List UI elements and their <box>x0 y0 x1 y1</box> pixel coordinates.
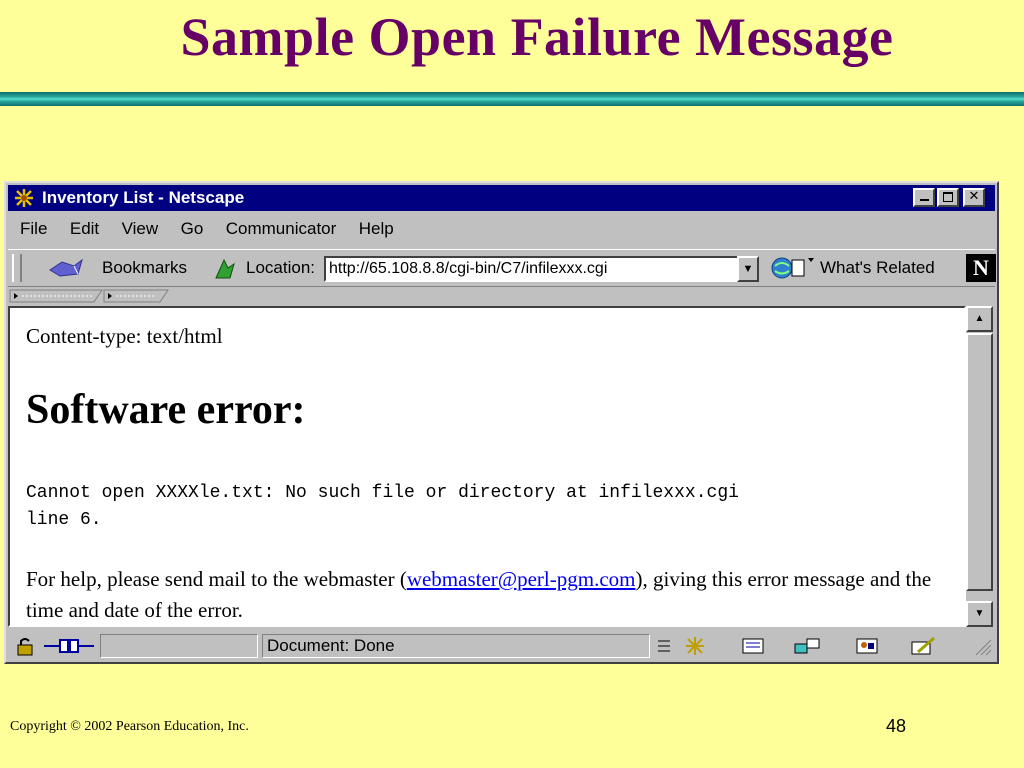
location-dropdown-button[interactable]: ▼ <box>737 256 759 282</box>
minimize-icon <box>919 199 929 201</box>
scroll-thumb[interactable] <box>966 333 993 591</box>
component-bar-grip-icon <box>658 640 670 652</box>
arrow-up-icon: ▲ <box>974 313 985 324</box>
menu-view[interactable]: View <box>122 215 159 243</box>
composer-icon[interactable] <box>908 636 938 656</box>
location-icon <box>215 258 235 279</box>
menu-bar: File Edit View Go Communicator Help <box>10 215 402 243</box>
error-message: Cannot open XXXXle.txt: No such file or … <box>26 483 739 530</box>
whats-related-button[interactable]: What's Related <box>820 258 935 278</box>
location-toolbar: Bookmarks Location: http://65.108.8.8/cg… <box>8 249 996 287</box>
netscape-logo[interactable]: N <box>966 254 996 282</box>
menu-edit[interactable]: Edit <box>70 215 99 243</box>
location-label: Location: <box>246 258 315 277</box>
address-book-icon[interactable] <box>852 636 882 656</box>
arrow-down-icon: ▼ <box>974 608 985 619</box>
connection-icon <box>44 639 94 653</box>
status-bar: Document: Done <box>8 632 995 660</box>
newsgroups-icon[interactable] <box>792 636 822 656</box>
close-icon: ✕ <box>968 189 980 204</box>
error-heading: Software error: <box>26 387 306 433</box>
menu-communicator[interactable]: Communicator <box>226 215 337 243</box>
vertical-scrollbar[interactable]: ▲ ▼ <box>966 306 993 627</box>
bookmarks-icon <box>49 258 83 277</box>
status-text: Document: Done <box>262 634 650 658</box>
netscape-app-icon <box>15 189 33 207</box>
location-input[interactable]: http://65.108.8.8/cgi-bin/C7/infilexxx.c… <box>324 256 739 282</box>
resize-grip-icon[interactable] <box>970 636 992 656</box>
help-prefix: For help, please send mail to the webmas… <box>26 567 407 591</box>
toolbar-tab-strip[interactable] <box>8 289 997 303</box>
webmaster-email-link[interactable]: webmaster@perl-pgm.com <box>407 567 636 591</box>
netscape-window: Inventory List - Netscape ✕ File Edit Vi… <box>4 181 999 664</box>
toolbar-grip[interactable] <box>12 254 22 282</box>
close-button[interactable]: ✕ <box>963 188 985 207</box>
security-lock-icon[interactable] <box>10 636 40 656</box>
chevron-down-icon: ▼ <box>742 263 754 275</box>
help-message: For help, please send mail to the webmas… <box>26 564 946 625</box>
page-number: 48 <box>886 716 907 736</box>
maximize-button[interactable] <box>937 188 959 207</box>
page-content: Content-type: text/html Software error: … <box>8 306 966 627</box>
window-title: Inventory List - Netscape <box>42 188 245 207</box>
minimize-button[interactable] <box>913 188 935 207</box>
progress-field <box>100 634 258 658</box>
scroll-up-button[interactable]: ▲ <box>966 306 993 332</box>
slide-title: Sample Open Failure Message <box>180 7 894 67</box>
scroll-down-button[interactable]: ▼ <box>966 601 993 627</box>
menu-go[interactable]: Go <box>181 215 204 243</box>
content-type-line: Content-type: text/html <box>26 324 223 348</box>
navigator-icon[interactable] <box>680 636 710 656</box>
menu-help[interactable]: Help <box>359 215 394 243</box>
whats-related-icon <box>771 257 814 279</box>
menu-file[interactable]: File <box>20 215 47 243</box>
maximize-icon <box>943 192 953 202</box>
window-titlebar[interactable]: Inventory List - Netscape ✕ <box>8 185 995 211</box>
copyright-footer: Copyright © 2002 Pearson Education, Inc. <box>10 719 249 734</box>
mail-icon[interactable] <box>738 636 768 656</box>
title-divider <box>0 92 1024 106</box>
bookmarks-button[interactable]: Bookmarks <box>102 258 187 278</box>
